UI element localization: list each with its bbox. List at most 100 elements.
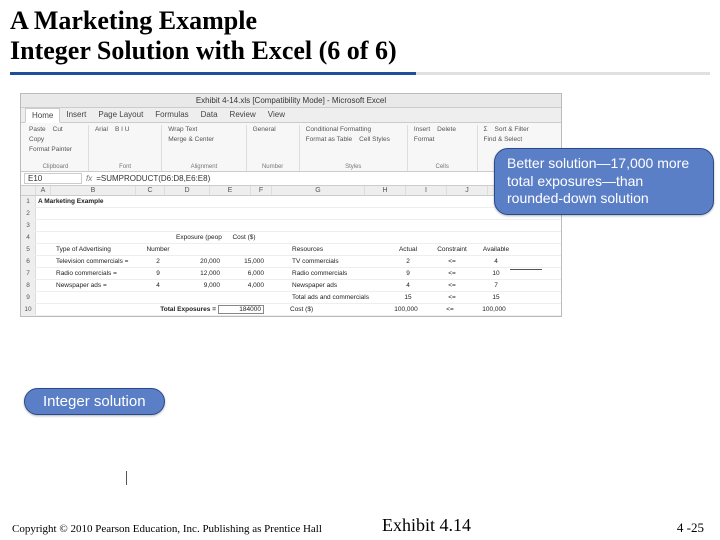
- copy-button[interactable]: Copy: [27, 136, 46, 143]
- paste-button[interactable]: Paste: [27, 126, 48, 133]
- col-F[interactable]: F: [251, 186, 272, 195]
- table-row: 9Total ads and commercials15<=15: [21, 292, 561, 304]
- sheet-title: A Marketing Example: [36, 198, 340, 205]
- number-label: Number: [251, 164, 295, 170]
- row-header[interactable]: 4: [21, 232, 36, 243]
- cell: Television commercials =: [54, 258, 142, 265]
- hdr-constraint: Constraint: [430, 246, 474, 253]
- delete-button[interactable]: Delete: [435, 126, 458, 133]
- excel-ribbon-tabs: Home Insert Page Layout Formulas Data Re…: [21, 108, 561, 123]
- tab-formulas[interactable]: Formulas: [149, 108, 194, 122]
- exhibit-label: Exhibit 4.14: [342, 515, 677, 536]
- cell: <=: [428, 306, 472, 313]
- fx-icon: fx: [86, 174, 92, 183]
- tab-page-layout[interactable]: Page Layout: [92, 108, 149, 122]
- cell: Cost ($): [288, 306, 384, 313]
- formula-bar: E10 fx =SUMPRODUCT(D6:D8,E6:E8): [21, 172, 561, 186]
- cell: 20,000: [174, 258, 222, 265]
- cell: 100,000: [472, 306, 516, 313]
- cell: 6,000: [222, 270, 266, 277]
- row-header[interactable]: 8: [21, 280, 36, 291]
- row-header[interactable]: 5: [21, 244, 36, 255]
- number-format[interactable]: General: [251, 126, 278, 133]
- font-label: Font: [93, 164, 157, 170]
- col-B[interactable]: B: [51, 186, 136, 195]
- excel-ribbon: Paste Cut Copy Format Painter Clipboard …: [21, 123, 561, 172]
- copyright-text: Copyright © 2010 Pearson Education, Inc.…: [12, 523, 342, 536]
- title-line-1: A Marketing Example: [10, 6, 710, 36]
- merge-center-button[interactable]: Merge & Center: [166, 136, 216, 143]
- callout-better-solution: Better solution—17,000 more total exposu…: [494, 148, 714, 215]
- format-button[interactable]: Format: [412, 136, 437, 143]
- format-painter-button[interactable]: Format Painter: [27, 146, 74, 153]
- column-headers: A B C D E F G H I J K L: [21, 186, 561, 196]
- callout-integer-solution: Integer solution: [24, 388, 165, 415]
- row-header[interactable]: 6: [21, 256, 36, 267]
- wrap-text-button[interactable]: Wrap Text: [166, 126, 199, 133]
- col-D[interactable]: D: [165, 186, 210, 195]
- table-row: 1 A Marketing Example: [21, 196, 561, 208]
- font-style-buttons[interactable]: B I U: [113, 126, 131, 133]
- cell: 2: [142, 258, 174, 265]
- col-C[interactable]: C: [136, 186, 165, 195]
- ribbon-group-clipboard: Paste Cut Copy Format Painter Clipboard: [23, 125, 89, 171]
- cell: 15: [386, 294, 430, 301]
- ribbon-group-alignment: Wrap Text Merge & Center Alignment: [162, 125, 246, 171]
- cell: 15: [474, 294, 518, 301]
- col-G[interactable]: G: [272, 186, 365, 195]
- sort-filter-button[interactable]: Sort & Filter: [493, 126, 531, 133]
- table-row: 2: [21, 208, 561, 220]
- autosum-button[interactable]: Σ: [482, 126, 490, 133]
- cell: 100,000: [384, 306, 428, 313]
- row-header[interactable]: 3: [21, 220, 36, 231]
- ribbon-group-font: Arial B I U Font: [89, 125, 162, 171]
- alignment-label: Alignment: [166, 164, 241, 170]
- tab-home[interactable]: Home: [25, 108, 60, 123]
- tab-view[interactable]: View: [262, 108, 291, 122]
- excel-window: Exhibit 4-14.xls [Compatibility Mode] - …: [20, 93, 562, 317]
- row-header[interactable]: 10: [21, 304, 36, 315]
- cell: 4: [474, 258, 518, 265]
- cell: <=: [430, 282, 474, 289]
- format-as-table-button[interactable]: Format as Table: [304, 136, 354, 143]
- cut-button[interactable]: Cut: [51, 126, 65, 133]
- hdr-resources: Resources: [290, 246, 386, 253]
- cell: 10: [474, 270, 518, 277]
- cell: 4,000: [222, 282, 266, 289]
- cell: Radio commercials =: [54, 270, 142, 277]
- cell: 4: [386, 282, 430, 289]
- ribbon-group-number: General Number: [247, 125, 300, 171]
- insert-button[interactable]: Insert: [412, 126, 432, 133]
- table-row: 7Radio commercials =912,0006,000Radio co…: [21, 268, 561, 280]
- col-A[interactable]: A: [36, 186, 51, 195]
- row-header[interactable]: 1: [21, 196, 36, 207]
- ribbon-group-styles: Conditional Formatting Format as Table C…: [300, 125, 408, 171]
- col-I[interactable]: I: [406, 186, 447, 195]
- find-select-button[interactable]: Find & Select: [482, 136, 525, 143]
- row-header[interactable]: 7: [21, 268, 36, 279]
- tab-insert[interactable]: Insert: [60, 108, 92, 122]
- cell-styles-button[interactable]: Cell Styles: [357, 136, 392, 143]
- col-H[interactable]: H: [365, 186, 406, 195]
- conditional-formatting-button[interactable]: Conditional Formatting: [304, 126, 373, 133]
- worksheet: A B C D E F G H I J K L 1 A Marketing Ex…: [21, 186, 561, 316]
- table-row: 5 Type of Advertising Number Resources A…: [21, 244, 561, 256]
- cell: Newspaper ads =: [54, 282, 142, 289]
- title-line-2: Integer Solution with Excel (6 of 6): [10, 36, 710, 66]
- name-box[interactable]: E10: [24, 173, 82, 184]
- font-name[interactable]: Arial: [93, 126, 110, 133]
- clipboard-label: Clipboard: [27, 164, 84, 170]
- col-J[interactable]: J: [447, 186, 488, 195]
- row-header[interactable]: 2: [21, 208, 36, 219]
- cell: 2: [386, 258, 430, 265]
- slide-title: A Marketing Example Integer Solution wit…: [0, 0, 720, 68]
- cell: Newspaper ads: [290, 282, 386, 289]
- title-underline: [10, 72, 710, 75]
- tab-data[interactable]: Data: [195, 108, 224, 122]
- col-E[interactable]: E: [210, 186, 251, 195]
- table-row: 4 Exposure (people/ad) Cost ($): [21, 232, 561, 244]
- row-header[interactable]: 9: [21, 292, 36, 303]
- formula-text[interactable]: =SUMPRODUCT(D6:D8,E6:E8): [96, 174, 558, 183]
- excel-titlebar: Exhibit 4-14.xls [Compatibility Mode] - …: [21, 94, 561, 108]
- tab-review[interactable]: Review: [224, 108, 262, 122]
